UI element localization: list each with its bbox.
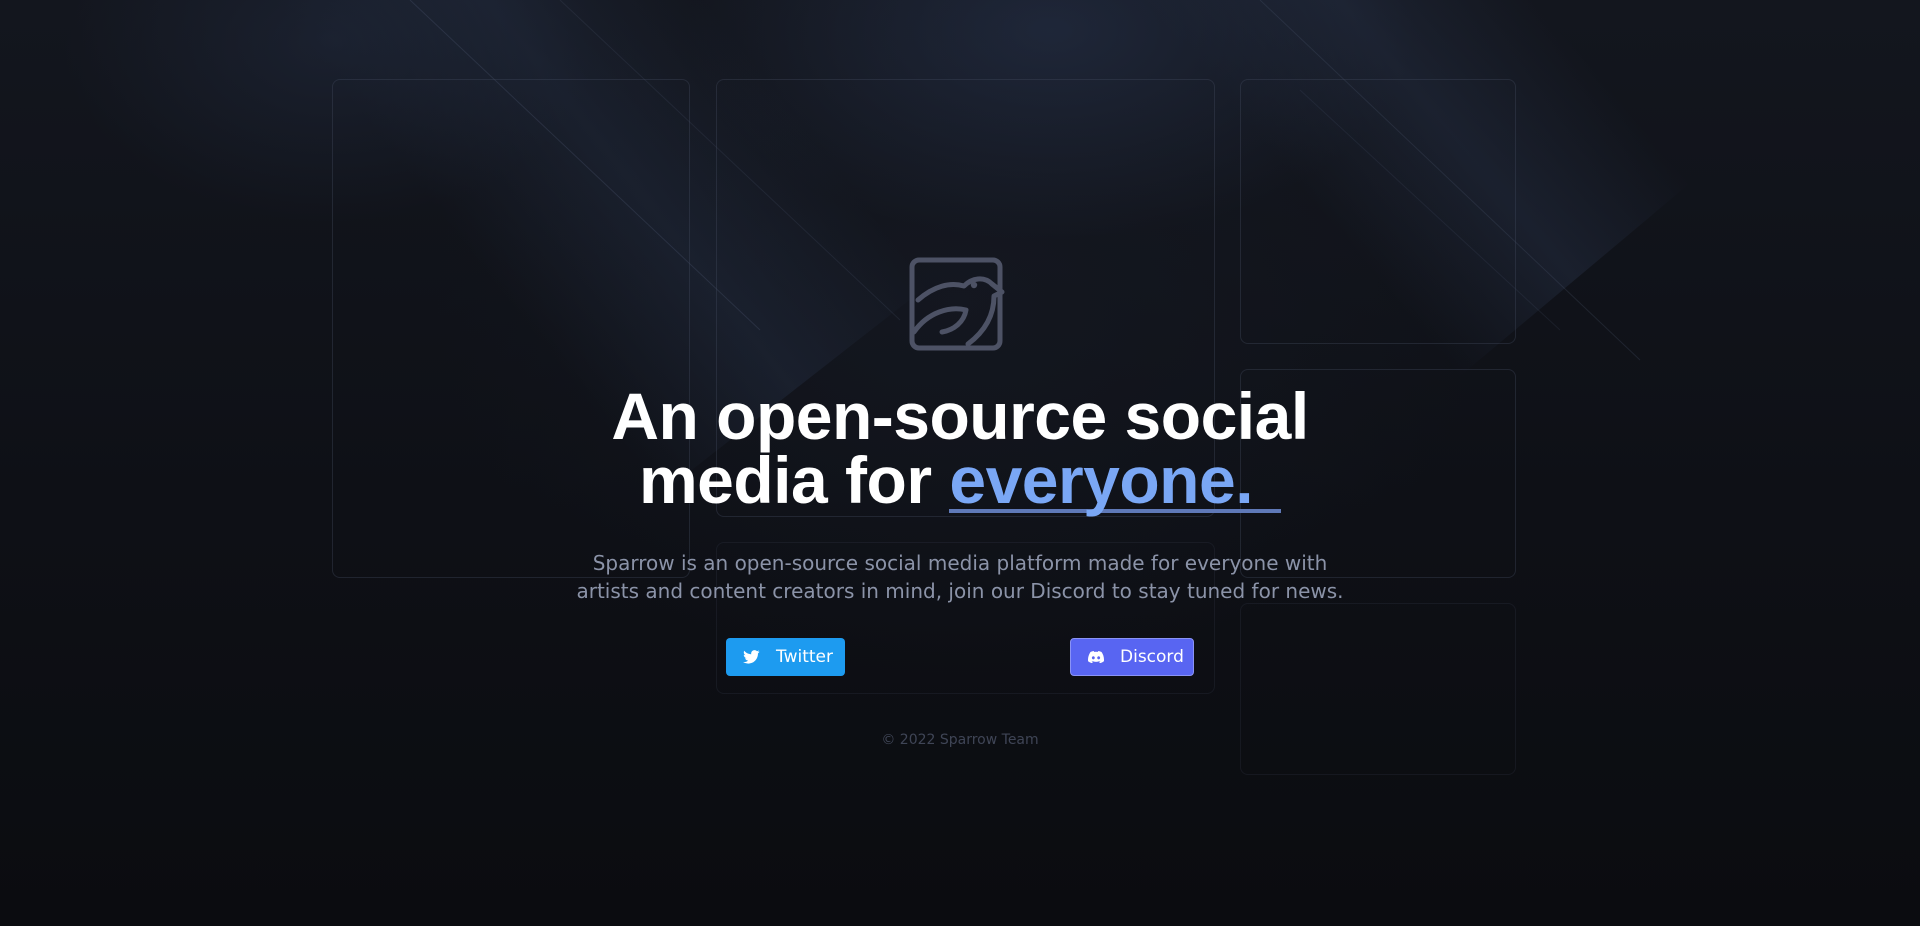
headline-accent-word: everyone. — [949, 447, 1282, 513]
twitter-bird-icon — [743, 650, 760, 664]
discord-button[interactable]: Discord — [1070, 638, 1194, 676]
twitter-button-label: Twitter — [776, 647, 833, 667]
headline-line-2: media for everyone. — [460, 447, 1460, 513]
hero-subtitle: Sparrow is an open-source social media p… — [560, 549, 1360, 605]
landing-page: An open-source social media for everyone… — [0, 0, 1920, 926]
discord-button-label: Discord — [1120, 647, 1184, 667]
discord-icon — [1088, 651, 1104, 663]
headline-prefix: media for — [638, 443, 950, 517]
headline-line-1: An open-source social — [611, 379, 1309, 453]
subtitle-line-1: Sparrow is an open-source social media p… — [592, 551, 1328, 575]
subtitle-line-2: artists and content creators in mind, jo… — [576, 579, 1344, 603]
twitter-button[interactable]: Twitter — [726, 638, 845, 676]
page-headline: An open-source social media for everyone… — [460, 379, 1460, 513]
hero-section: An open-source social media for everyone… — [0, 0, 1920, 926]
footer-copyright: © 2022 Sparrow Team — [881, 732, 1039, 748]
sparrow-bird-logo-icon — [909, 257, 1005, 351]
